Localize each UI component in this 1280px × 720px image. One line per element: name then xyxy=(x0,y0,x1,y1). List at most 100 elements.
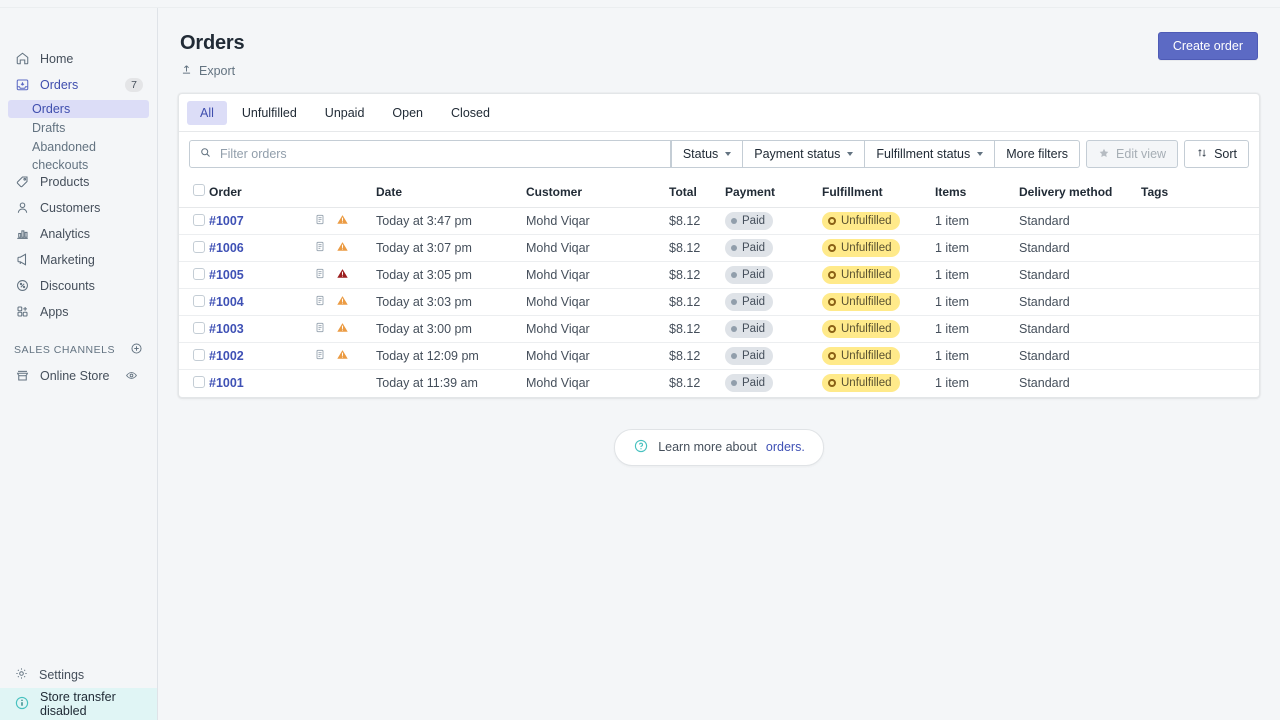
payment-status-filter-button[interactable]: Payment status xyxy=(743,140,866,168)
warning-triangle-icon[interactable] xyxy=(336,294,349,310)
column-items: Items xyxy=(935,176,1019,208)
table-row[interactable]: #1001 Today at 11:39 am Mohd Viqar $8.12 Pai… xyxy=(179,370,1259,397)
row-checkbox[interactable] xyxy=(193,213,205,226)
payment-status-badge: Paid xyxy=(725,293,774,311)
plus-circle-icon[interactable] xyxy=(130,342,143,358)
order-link[interactable]: #1007 xyxy=(209,214,244,228)
table-row[interactable]: #1003 Today at 3:00 pm Mohd Viqar $8.12 Paid… xyxy=(179,315,1259,343)
select-all-checkbox[interactable] xyxy=(193,184,205,196)
sidebar-item-products[interactable]: Products xyxy=(8,171,149,192)
total-cell: $8.12 xyxy=(669,207,725,235)
payment-cell: Paid xyxy=(725,315,822,343)
row-checkbox[interactable] xyxy=(193,294,205,307)
order-flags-cell xyxy=(314,207,376,235)
sidebar-item-discounts[interactable]: Discounts xyxy=(8,275,149,296)
sort-arrows-icon xyxy=(1196,147,1208,162)
status-filter-button[interactable]: Status xyxy=(670,140,744,168)
warning-triangle-icon[interactable] xyxy=(336,240,349,256)
order-link[interactable]: #1002 xyxy=(209,349,244,363)
tab-open[interactable]: Open xyxy=(379,101,436,125)
status-ring-icon xyxy=(828,298,836,306)
more-filters-button[interactable]: More filters xyxy=(995,140,1081,168)
export-button[interactable]: Export xyxy=(180,63,235,79)
orders-tabs: All Unfulfilled Unpaid Open Closed xyxy=(179,94,1259,132)
row-checkbox[interactable] xyxy=(193,321,205,334)
sidebar-item-customers[interactable]: Customers xyxy=(8,197,149,218)
customer-cell: Mohd Viqar xyxy=(526,234,669,262)
table-row[interactable]: #1005 Today at 3:05 pm Mohd Viqar $8.12 Paid… xyxy=(179,261,1259,289)
sidebar-item-analytics[interactable]: Analytics xyxy=(8,223,149,244)
order-flags-cell xyxy=(314,315,376,343)
date-cell: Today at 11:39 am xyxy=(376,376,478,391)
total-cell: $8.12 xyxy=(669,315,725,343)
sidebar-item-marketing[interactable]: Marketing xyxy=(8,249,149,270)
sales-channels-label: SALES CHANNELS xyxy=(14,344,115,356)
row-checkbox[interactable] xyxy=(193,348,205,361)
sidebar-subitem-drafts[interactable]: Drafts xyxy=(8,119,149,137)
sidebar: Home Orders 7 Orders Drafts Abandoned ch… xyxy=(0,8,158,720)
table-row[interactable]: #1007 Today at 3:47 pm Mohd Viqar $8.12 Paid… xyxy=(179,207,1259,235)
warning-triangle-icon[interactable] xyxy=(336,267,349,283)
sidebar-item-settings[interactable]: Settings xyxy=(0,662,157,688)
order-cell: #1006 xyxy=(209,234,314,262)
status-ring-icon xyxy=(828,217,836,225)
eye-icon[interactable] xyxy=(125,369,143,382)
tab-unfulfilled[interactable]: Unfulfilled xyxy=(229,101,310,125)
table-row[interactable]: #1004 Today at 3:03 pm Mohd Viqar $8.12 Paid… xyxy=(179,288,1259,316)
status-filter-label: Status xyxy=(682,147,719,161)
info-circle-icon xyxy=(14,695,30,714)
note-icon[interactable] xyxy=(314,348,326,364)
sidebar-item-orders[interactable]: Orders 7 xyxy=(8,74,149,95)
table-header-row: Order Date Customer Total Payment Fulfil… xyxy=(179,176,1259,208)
row-checkbox[interactable] xyxy=(193,240,205,253)
date-cell: Today at 12:09 pm xyxy=(376,342,526,370)
row-select-cell xyxy=(179,288,209,316)
order-link[interactable]: #1004 xyxy=(209,295,244,309)
note-icon[interactable] xyxy=(314,267,326,283)
status-ring-icon xyxy=(828,244,836,252)
sidebar-subitem-orders[interactable]: Orders xyxy=(8,100,149,118)
sidebar-item-label: Marketing xyxy=(40,252,95,267)
note-icon[interactable] xyxy=(314,240,326,256)
edit-view-button[interactable]: Edit view xyxy=(1086,140,1179,168)
sidebar-item-online-store[interactable]: Online Store xyxy=(8,365,149,386)
sort-button[interactable]: Sort xyxy=(1184,140,1249,168)
order-flags-cell xyxy=(314,370,376,397)
order-link[interactable]: #1006 xyxy=(209,241,244,255)
fulfillment-status-badge: Unfulfilled xyxy=(822,212,900,230)
order-link[interactable]: #1001 xyxy=(209,376,244,390)
order-cell: #1004 xyxy=(209,288,314,316)
store-transfer-status: Store transfer disabled xyxy=(0,688,157,720)
warning-triangle-icon[interactable] xyxy=(336,213,349,229)
order-cell: #1002 xyxy=(209,342,314,370)
note-icon[interactable] xyxy=(314,213,326,229)
sidebar-item-home[interactable]: Home xyxy=(8,48,149,69)
table-row[interactable]: #1006 Today at 3:07 pm Mohd Viqar $8.12 Paid… xyxy=(179,234,1259,262)
order-flags-cell xyxy=(314,234,376,262)
create-order-button[interactable]: Create order xyxy=(1157,32,1258,60)
search-input-wrapper[interactable]: Filter orders xyxy=(189,140,671,168)
fulfillment-status-filter-button[interactable]: Fulfillment status xyxy=(865,140,996,168)
total-cell: $8.12 xyxy=(669,288,725,316)
orders-help-link[interactable]: orders. xyxy=(766,440,805,454)
tab-unpaid[interactable]: Unpaid xyxy=(312,101,378,125)
customer-cell: Mohd Viqar xyxy=(526,315,669,343)
sidebar-item-label: Apps xyxy=(40,304,69,319)
tab-all[interactable]: All xyxy=(187,100,227,125)
warning-triangle-icon[interactable] xyxy=(336,321,349,337)
table-row[interactable]: #1002 Today at 12:09 pm Mohd Viqar $8.12 Pai… xyxy=(179,342,1259,370)
note-icon[interactable] xyxy=(314,321,326,337)
order-link[interactable]: #1005 xyxy=(209,268,244,282)
sidebar-subitem-abandoned-checkouts[interactable]: Abandoned checkouts xyxy=(8,138,149,172)
sidebar-item-apps[interactable]: Apps xyxy=(8,301,149,322)
warning-triangle-icon[interactable] xyxy=(336,348,349,364)
search-input[interactable]: Filter orders xyxy=(220,147,287,161)
items-cell: 1 item xyxy=(935,342,1019,370)
items-cell: 1 item xyxy=(935,234,1019,262)
note-icon[interactable] xyxy=(314,294,326,310)
row-checkbox[interactable] xyxy=(193,375,205,388)
search-icon xyxy=(199,146,212,162)
order-link[interactable]: #1003 xyxy=(209,322,244,336)
row-checkbox[interactable] xyxy=(193,267,205,280)
tab-closed[interactable]: Closed xyxy=(438,101,503,125)
